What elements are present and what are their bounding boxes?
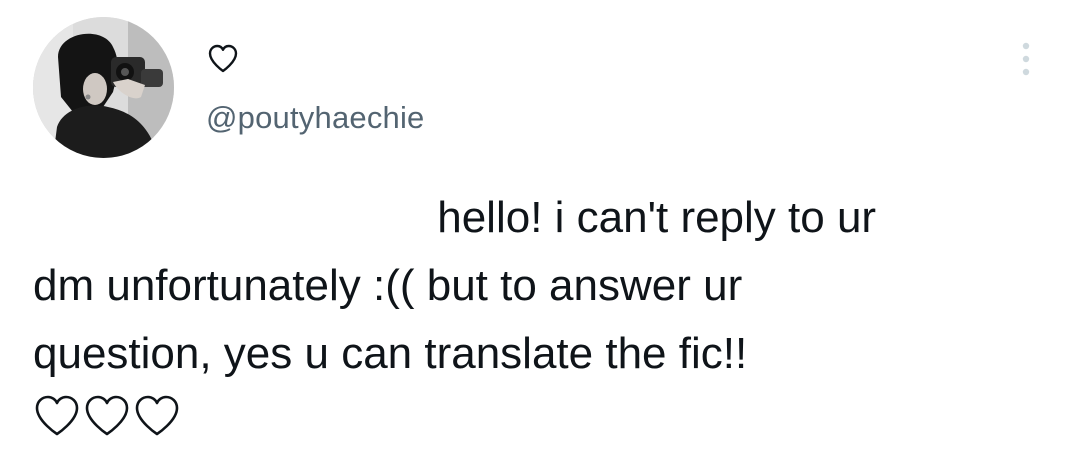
display-name[interactable] — [206, 42, 240, 76]
tweet-text-line-2: dm unfortunately :(( but to answer ur — [33, 261, 743, 310]
avatar[interactable] — [33, 17, 174, 158]
avatar-image — [33, 17, 174, 158]
heart-outline-icon — [208, 44, 238, 73]
tweet-text-line-1: hello! i can't reply to ur — [437, 193, 877, 242]
tweet-text: hello! i can't reply to ur dm unfortunat… — [33, 184, 1043, 388]
tweet-text-line-3: question, yes u can translate the fic!! — [33, 329, 748, 378]
heart-outline-icon — [135, 395, 179, 436]
heart-outline-icon — [35, 395, 79, 436]
trailing-hearts — [33, 392, 181, 442]
user-handle[interactable]: @poutyhaechie — [206, 98, 425, 138]
heart-outline-icon — [85, 395, 129, 436]
tweet-card[interactable]: @poutyhaechie hello! i can't reply to ur… — [0, 0, 1080, 463]
more-vertical-icon[interactable] — [1014, 40, 1038, 78]
